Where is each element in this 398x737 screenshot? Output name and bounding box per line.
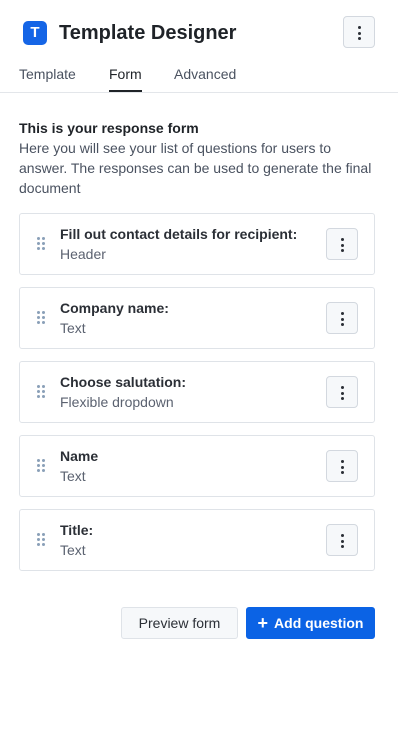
kebab-icon <box>341 312 344 326</box>
question-menu-button[interactable] <box>326 302 358 334</box>
drag-handle-icon[interactable] <box>37 311 46 325</box>
question-type: Text <box>60 320 86 336</box>
app-title: Template Designer <box>59 22 237 44</box>
drag-handle-icon[interactable] <box>37 385 46 399</box>
question-menu-button[interactable] <box>326 376 358 408</box>
header-menu-button[interactable] <box>343 16 375 48</box>
question-type: Text <box>60 542 86 558</box>
plus-icon: + <box>257 613 269 633</box>
tab-form[interactable]: Form <box>109 65 142 92</box>
preview-form-button[interactable]: Preview form <box>121 607 238 639</box>
question-type: Flexible dropdown <box>60 394 174 410</box>
app-logo-letter: T <box>30 24 40 41</box>
intro-section: This is your response form Here you will… <box>19 118 379 198</box>
intro-heading: This is your response form <box>19 120 199 136</box>
kebab-icon <box>341 238 344 252</box>
kebab-icon <box>358 26 361 40</box>
tab-advanced[interactable]: Advanced <box>174 65 236 92</box>
question-title: Company name: <box>60 300 169 316</box>
question-type: Text <box>60 468 86 484</box>
question-card[interactable]: Choose salutation: Flexible dropdown <box>19 361 375 423</box>
kebab-icon <box>341 460 344 474</box>
kebab-icon <box>341 534 344 548</box>
tab-bar: Template Form Advanced <box>0 62 398 93</box>
tab-template[interactable]: Template <box>19 65 76 92</box>
question-menu-button[interactable] <box>326 450 358 482</box>
question-title: Choose salutation: <box>60 374 187 390</box>
question-card[interactable]: Fill out contact details for recipient: … <box>19 213 375 275</box>
question-title: Name <box>60 448 99 464</box>
question-card[interactable]: Company name: Text <box>19 287 375 349</box>
drag-handle-icon[interactable] <box>37 533 46 547</box>
kebab-icon <box>341 386 344 400</box>
intro-description: Here you will see your list of questions… <box>19 140 372 196</box>
question-title: Title: <box>60 522 94 538</box>
add-question-label: Add question <box>274 615 364 631</box>
question-card[interactable]: Name Text <box>19 435 375 497</box>
app-logo-icon: T <box>23 21 47 45</box>
question-title: Fill out contact details for recipient: <box>60 226 298 242</box>
drag-handle-icon[interactable] <box>37 459 46 473</box>
question-card[interactable]: Title: Text <box>19 509 375 571</box>
question-menu-button[interactable] <box>326 228 358 260</box>
add-question-button[interactable]: + Add question <box>246 607 375 639</box>
drag-handle-icon[interactable] <box>37 237 46 251</box>
app-header: T Template Designer <box>0 0 398 62</box>
question-type: Header <box>60 246 106 262</box>
question-menu-button[interactable] <box>326 524 358 556</box>
